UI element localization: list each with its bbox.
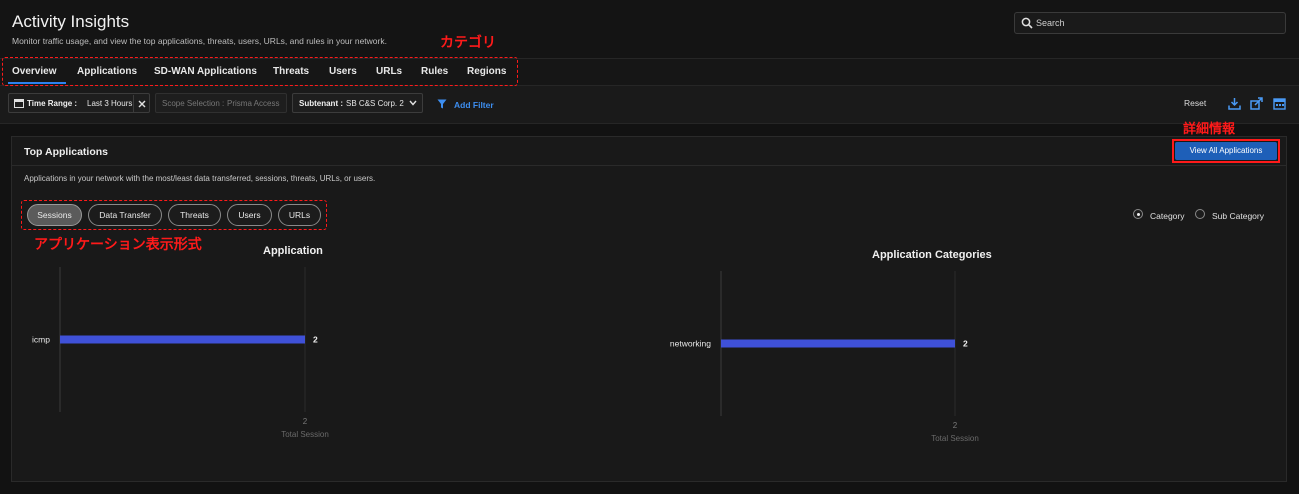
search-input[interactable]: Search (1014, 12, 1286, 34)
calendar-icon (14, 99, 24, 108)
clear-time-range-button[interactable] (133, 95, 149, 113)
annotation-category-box (2, 57, 518, 86)
x-tick-label: 2 (953, 421, 958, 430)
sub-category-radio[interactable] (1195, 209, 1205, 219)
application-categories-bar-chart: networking 2 2 Total Session (670, 271, 979, 443)
annotation-category: カテゴリ (440, 35, 496, 51)
scope-label: Scope Selection : (162, 99, 225, 108)
subtenant-filter[interactable]: Subtenant : SB C&S Corp. 2 (292, 93, 423, 113)
close-icon (138, 100, 146, 108)
scope-value: Prisma Access (227, 99, 280, 108)
share-icon[interactable] (1250, 97, 1263, 110)
category-tick-label: networking (670, 339, 711, 349)
panel-header (11, 136, 1287, 166)
page-subtitle: Monitor traffic usage, and view the top … (12, 36, 387, 46)
panel-description: Applications in your network with the mo… (24, 174, 376, 183)
reset-button[interactable]: Reset (1184, 98, 1206, 108)
x-axis-label: Total Session (281, 430, 329, 439)
chevron-down-icon (409, 100, 417, 106)
bar-data-label: 2 (963, 339, 968, 349)
bar-data-label: 2 (313, 335, 318, 345)
category-tick-label: icmp (32, 335, 50, 345)
category-radio-label: Category (1150, 211, 1185, 221)
add-filter-button[interactable]: Add Filter (454, 100, 494, 110)
chart-bar[interactable] (60, 335, 305, 344)
scope-selection-filter: Scope Selection : Prisma Access (155, 93, 287, 113)
annotation-app-display-box (21, 200, 327, 230)
chart-application-categories-title: Application Categories (872, 249, 992, 261)
chart-application-title: Application (263, 245, 323, 257)
filter-icon[interactable] (437, 99, 447, 109)
x-tick-label: 2 (303, 417, 308, 426)
sub-category-radio-label: Sub Category (1212, 211, 1264, 221)
category-radio[interactable] (1133, 209, 1143, 219)
subtenant-label: Subtenant : (299, 99, 343, 108)
application-bar-chart: icmp 2 2 Total Session (32, 267, 329, 439)
subtenant-value: SB C&S Corp. 2 (346, 99, 404, 108)
annotation-details: 詳細情報 (1183, 122, 1236, 137)
search-icon (1021, 17, 1033, 29)
chart-bar[interactable] (721, 339, 955, 348)
time-range-value: Last 3 Hours (87, 99, 133, 108)
x-axis-label: Total Session (931, 434, 979, 443)
view-all-applications-button[interactable]: View All Applications (1175, 142, 1277, 160)
schedule-calendar-icon[interactable] (1273, 97, 1286, 110)
time-range-label: Time Range : (27, 99, 78, 108)
time-range-filter[interactable]: Time Range : Last 3 Hours (8, 93, 150, 113)
download-icon[interactable] (1228, 97, 1241, 110)
search-placeholder: Search (1036, 18, 1065, 28)
panel-title: Top Applications (24, 146, 108, 158)
page-title: Activity Insights (12, 12, 130, 31)
annotation-app-display: アプリケーション表示形式 (34, 237, 202, 253)
